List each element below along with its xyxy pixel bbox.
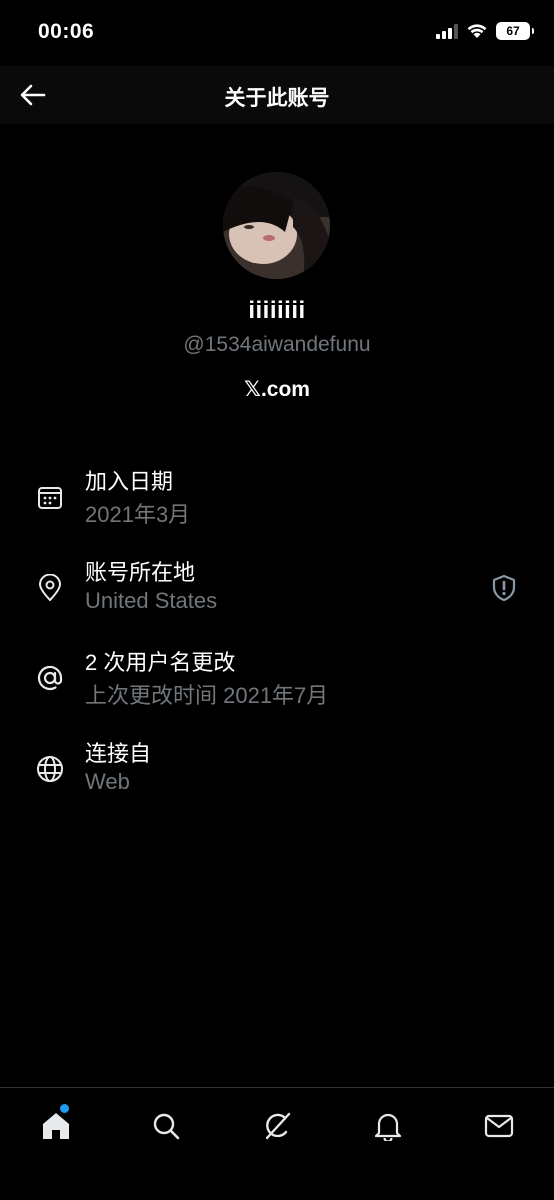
- nav-home[interactable]: [34, 1104, 78, 1148]
- info-row-location: 账号所在地 United States: [0, 555, 554, 635]
- battery-icon: 67: [496, 22, 534, 40]
- cellular-signal-icon: [436, 23, 458, 39]
- shield-alert-icon[interactable]: [489, 573, 519, 603]
- notification-dot: [60, 1104, 69, 1113]
- avatar[interactable]: [223, 172, 330, 279]
- calendar-icon: [35, 482, 65, 512]
- user-handle: @1534aiwandefunu: [183, 333, 371, 356]
- home-icon: [43, 1113, 69, 1139]
- at-sign-icon: [35, 663, 65, 693]
- info-row-connected-via: 连接自 Web: [0, 736, 554, 816]
- status-icons: 67: [436, 22, 534, 40]
- info-title: 连接自: [85, 741, 152, 766]
- display-name: iiiiiiii: [248, 297, 306, 324]
- status-time: 00:06: [38, 20, 95, 43]
- notifications-icon: [374, 1113, 402, 1141]
- nav-search[interactable]: [144, 1104, 188, 1148]
- info-subtitle: United States: [85, 588, 218, 613]
- info-subtitle: Web: [85, 769, 130, 794]
- top-header: 关于此账号: [0, 66, 554, 124]
- avatar-image: [223, 172, 330, 279]
- info-row-join-date: 加入日期 2021年3月: [0, 464, 554, 544]
- info-title: 2 次用户名更改: [85, 650, 236, 675]
- info-subtitle: 2021年3月: [85, 502, 191, 527]
- status-bar: 00:06 67: [0, 0, 554, 66]
- bottom-nav: [0, 1087, 554, 1200]
- search-icon: [153, 1113, 180, 1140]
- info-subtitle: 上次更改时间 2021年7月: [85, 683, 329, 708]
- info-title: 加入日期: [85, 469, 174, 494]
- site-link[interactable]: 𝕏.com: [0, 377, 554, 402]
- page-title: 关于此账号: [224, 87, 330, 110]
- nav-messages[interactable]: [477, 1104, 521, 1148]
- wifi-icon: [467, 24, 487, 38]
- nav-notifications[interactable]: [366, 1104, 410, 1148]
- messages-icon: [484, 1114, 514, 1138]
- location-pin-icon: [35, 573, 65, 603]
- grok-icon: [265, 1112, 291, 1140]
- info-title: 账号所在地: [85, 560, 196, 585]
- globe-icon: [35, 754, 65, 784]
- nav-grok[interactable]: [255, 1104, 299, 1148]
- info-row-username-changes: 2 次用户名更改 上次更改时间 2021年7月: [0, 645, 554, 725]
